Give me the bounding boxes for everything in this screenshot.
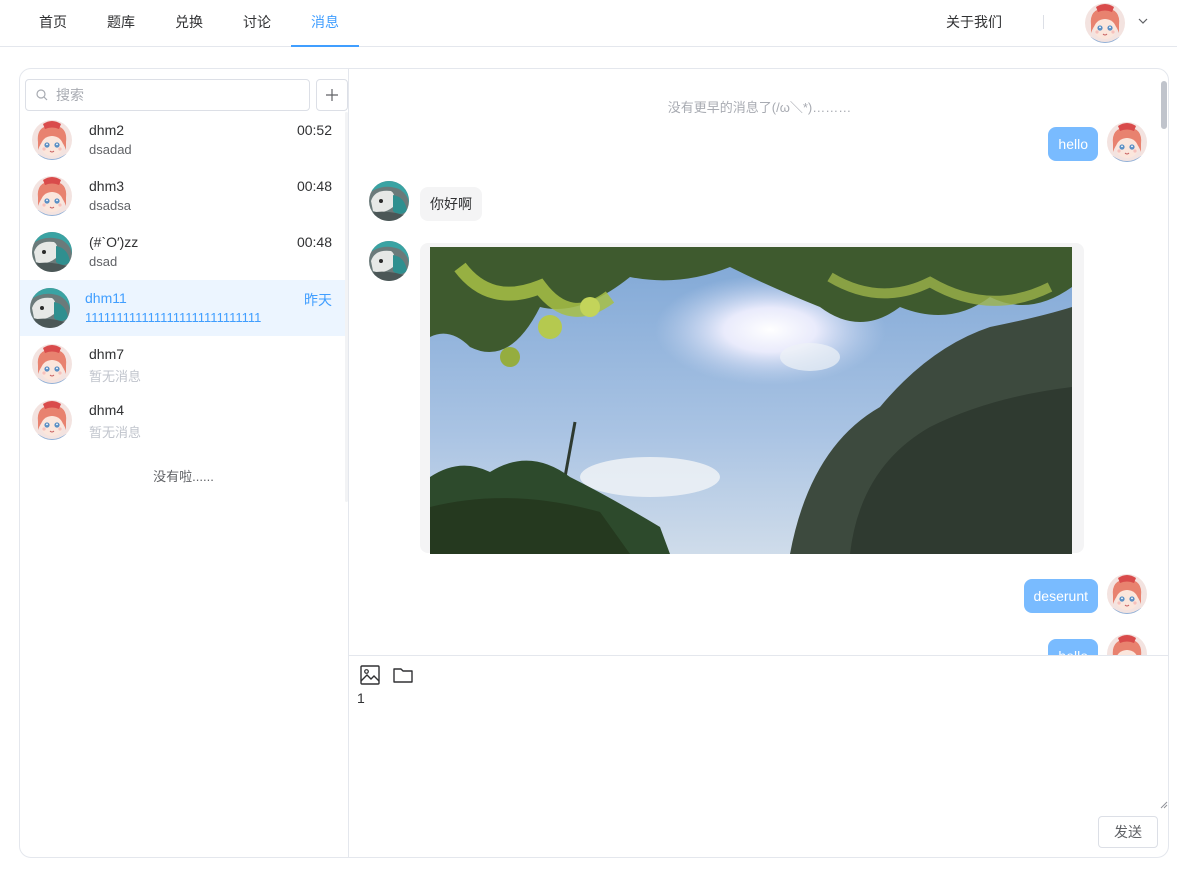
conversation-name: dhm3 bbox=[89, 178, 125, 194]
nav-home[interactable]: 首页 bbox=[30, 0, 76, 47]
conversation-time: 00:52 bbox=[296, 122, 332, 138]
conversation-preview: 暂无消息 bbox=[89, 425, 142, 440]
message-scrollbar[interactable] bbox=[1161, 81, 1167, 129]
message-bubble-mine: deserunt bbox=[1023, 579, 1098, 613]
conversation-name: dhm11 bbox=[85, 290, 127, 306]
conversation-item[interactable]: (#`O′)zz dsad 00:48 bbox=[20, 224, 347, 280]
avatar bbox=[369, 241, 409, 281]
no-earlier-messages-text: 没有更早的消息了(/ω＼*)……… bbox=[667, 100, 852, 115]
image-icon[interactable] bbox=[359, 664, 381, 686]
avatar bbox=[1107, 634, 1147, 655]
avatar bbox=[32, 344, 72, 384]
nav-divider bbox=[1043, 15, 1044, 29]
plus-icon bbox=[326, 89, 338, 101]
avatar bbox=[1107, 574, 1147, 614]
conversation-item-active[interactable]: dhm11 1111111111111111111111111111 昨天 bbox=[20, 280, 347, 336]
folder-icon[interactable] bbox=[392, 664, 414, 686]
conversation-panel: dhm2 dsadad 00:52 dhm3 dsadsa 00:48 (#`O… bbox=[20, 69, 349, 857]
message-composer: 1 发送 bbox=[349, 655, 1168, 857]
nav-messages[interactable]: 消息 bbox=[291, 0, 359, 47]
conversation-preview: dsadsa bbox=[89, 198, 131, 213]
nav-question-bank[interactable]: 题库 bbox=[98, 0, 144, 47]
avatar bbox=[1107, 122, 1147, 162]
message-list: 没有更早的消息了(/ω＼*)……… hello 你好啊 deserunt bbox=[349, 69, 1168, 655]
nav-discussion[interactable]: 讨论 bbox=[234, 0, 280, 47]
avatar bbox=[32, 232, 72, 272]
conversation-time: 00:48 bbox=[296, 234, 332, 250]
conversation-name: dhm7 bbox=[89, 346, 125, 362]
conversation-preview: dsadad bbox=[89, 142, 132, 157]
conversation-name: (#`O′)zz bbox=[89, 234, 139, 250]
message-input[interactable]: 1 bbox=[357, 690, 1168, 804]
avatar bbox=[369, 181, 409, 221]
chevron-down-icon[interactable] bbox=[1137, 14, 1149, 26]
resize-grip-icon[interactable] bbox=[1160, 796, 1168, 809]
top-nav: 首页 题库 兑换 讨论 消息 关于我们 bbox=[0, 0, 1177, 47]
search-input[interactable] bbox=[56, 80, 306, 110]
conversation-item[interactable]: dhm3 dsadsa 00:48 bbox=[20, 168, 347, 224]
message-bubble-mine: hello bbox=[1048, 639, 1098, 655]
sky-and-trees-photo bbox=[430, 247, 1072, 554]
conversation-item[interactable]: dhm2 dsadad 00:52 bbox=[20, 112, 347, 168]
list-end-text: 没有啦...... bbox=[153, 469, 214, 484]
conversation-preview: 暂无消息 bbox=[89, 369, 142, 384]
avatar bbox=[32, 176, 72, 216]
chat-panel: 没有更早的消息了(/ω＼*)……… hello 你好啊 deserunt 1 发… bbox=[349, 69, 1168, 857]
send-button[interactable]: 发送 bbox=[1098, 816, 1158, 848]
add-conversation-button[interactable] bbox=[316, 79, 348, 111]
search-box[interactable] bbox=[25, 79, 310, 111]
conversation-preview: dsad bbox=[89, 254, 118, 269]
message-image[interactable] bbox=[420, 243, 1084, 554]
avatar bbox=[32, 120, 72, 160]
conversation-name: dhm4 bbox=[89, 402, 125, 418]
message-bubble-theirs: 你好啊 bbox=[420, 187, 482, 221]
conversation-scrollbar[interactable] bbox=[345, 112, 348, 502]
nav-about-us[interactable]: 关于我们 bbox=[946, 0, 1002, 44]
conversation-item[interactable]: dhm7 暂无消息 bbox=[20, 336, 347, 392]
search-icon bbox=[36, 89, 48, 101]
conversation-time: 昨天 bbox=[304, 292, 332, 308]
avatar bbox=[30, 288, 70, 328]
chat-card: dhm2 dsadad 00:52 dhm3 dsadsa 00:48 (#`O… bbox=[19, 68, 1169, 858]
user-avatar[interactable] bbox=[1085, 3, 1125, 43]
conversation-time: 00:48 bbox=[296, 178, 332, 194]
conversation-item[interactable]: dhm4 暂无消息 bbox=[20, 392, 347, 448]
conversation-preview: 1111111111111111111111111111 bbox=[85, 310, 262, 325]
conversation-list: dhm2 dsadad 00:52 dhm3 dsadsa 00:48 (#`O… bbox=[20, 112, 347, 448]
message-bubble-mine: hello bbox=[1048, 127, 1098, 161]
nav-exchange[interactable]: 兑换 bbox=[166, 0, 212, 47]
conversation-name: dhm2 bbox=[89, 122, 125, 138]
avatar bbox=[32, 400, 72, 440]
